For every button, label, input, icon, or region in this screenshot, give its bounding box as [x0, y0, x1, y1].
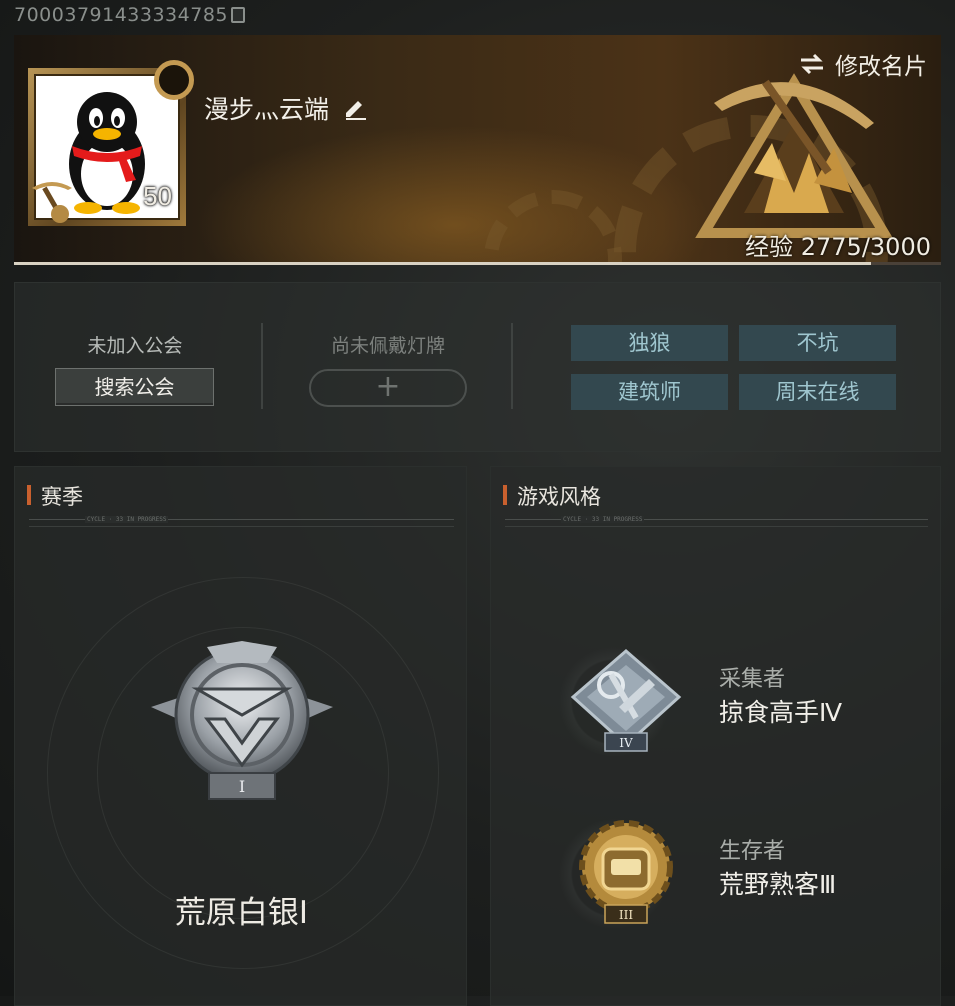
play-style-item[interactable]: IV 采集者 掠食高手Ⅳ: [491, 637, 942, 767]
player-level: 50: [143, 181, 172, 211]
play-style-category: 采集者: [719, 667, 786, 692]
profile-banner: 50 漫步灬云端 修改名片 经验 2775/3000: [14, 35, 941, 265]
tag-reliable[interactable]: 不坑: [739, 325, 896, 361]
tag-builder[interactable]: 建筑师: [571, 374, 728, 410]
play-style-name: 荒野熟客Ⅲ: [719, 870, 837, 899]
player-name-text: 漫步灬云端: [204, 95, 330, 124]
survivor-badge-icon: III: [579, 820, 673, 924]
uid-text: 70003791433334785: [14, 4, 229, 26]
divider: [511, 323, 513, 409]
season-title: 赛季: [27, 481, 83, 511]
avatar-image: 50: [32, 74, 180, 223]
pickaxe-icon: [32, 182, 72, 223]
play-style-divider: CYCLE · 33 IN PROGRESS: [505, 516, 928, 527]
player-name: 漫步灬云端: [204, 90, 367, 126]
season-card: 赛季 CYCLE · 33 IN PROGRESS I 荒原白银Ⅰ: [14, 466, 467, 1006]
season-badge-numeral: I: [239, 777, 245, 796]
player-uid: 70003791433334785: [14, 4, 246, 26]
info-panel: 未加入公会 搜索公会 尚未佩戴灯牌 + 独狼 不坑 建筑师 周末在线: [14, 282, 941, 452]
play-style-divider-text: CYCLE · 33 IN PROGRESS: [561, 516, 645, 523]
gear-icon: [154, 60, 194, 100]
divider: [261, 323, 263, 409]
tag-weekend-online[interactable]: 周末在线: [739, 374, 896, 410]
guild-status: 未加入公会: [87, 335, 183, 357]
add-light-plate-button[interactable]: +: [309, 369, 467, 407]
miner-emblem-icon: [695, 73, 893, 238]
play-style-title: 游戏风格: [503, 481, 601, 511]
gatherer-badge-icon: IV: [570, 649, 682, 752]
tag-lone-wolf[interactable]: 独狼: [571, 325, 728, 361]
silver-rank-badge-icon[interactable]: I: [147, 637, 337, 807]
play-style-name: 掠食高手Ⅳ: [719, 698, 843, 727]
light-plate-status: 尚未佩戴灯牌: [330, 335, 445, 357]
season-divider-text: CYCLE · 33 IN PROGRESS: [85, 516, 169, 523]
play-style-category: 生存者: [719, 839, 786, 864]
copy-icon[interactable]: [231, 7, 246, 23]
experience-progress-fill: [14, 262, 872, 265]
gatherer-numeral: IV: [619, 736, 633, 750]
avatar[interactable]: 50: [28, 60, 194, 226]
play-style-item[interactable]: III 生存者 荒野熟客Ⅲ: [491, 809, 942, 939]
search-guild-button[interactable]: 搜索公会: [55, 368, 214, 406]
edit-pencil-icon[interactable]: [343, 96, 367, 126]
season-divider: CYCLE · 33 IN PROGRESS: [29, 516, 454, 527]
experience-text: 经验 2775/3000: [745, 233, 931, 261]
survivor-numeral: III: [619, 908, 633, 922]
play-style-card: 游戏风格 CYCLE · 33 IN PROGRESS IV 采集者 掠食高手Ⅳ…: [490, 466, 941, 1006]
season-rank-name: 荒原白银Ⅰ: [174, 895, 309, 931]
